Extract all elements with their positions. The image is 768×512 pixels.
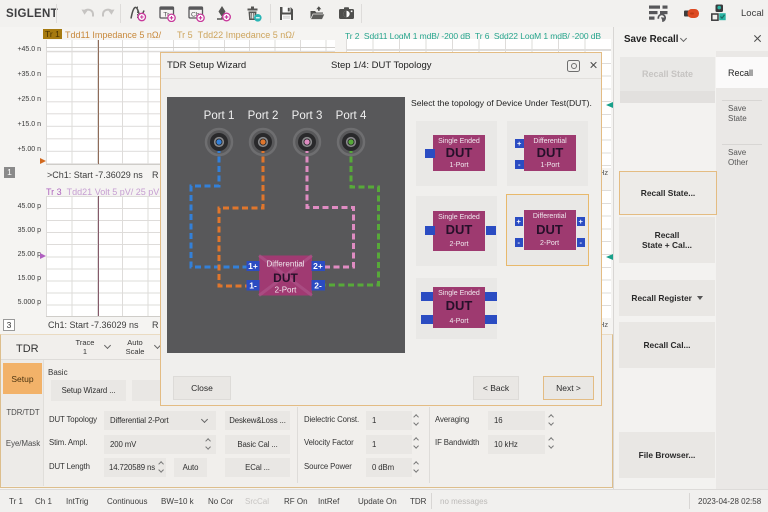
svg-text:Port 4: Port 4 [336,110,367,122]
svg-text:DUT: DUT [273,271,298,285]
svg-text:1+: 1+ [248,261,258,271]
svg-text:1-: 1- [249,281,257,291]
svg-text:Port 1: Port 1 [204,110,235,122]
svg-text:2+: 2+ [313,261,323,271]
svg-text:Differential: Differential [266,260,304,269]
svg-text:Port 2: Port 2 [248,110,279,122]
svg-text:2-Port: 2-Port [275,286,298,295]
svg-text:2-: 2- [314,281,322,291]
svg-text:Port 3: Port 3 [292,110,323,122]
